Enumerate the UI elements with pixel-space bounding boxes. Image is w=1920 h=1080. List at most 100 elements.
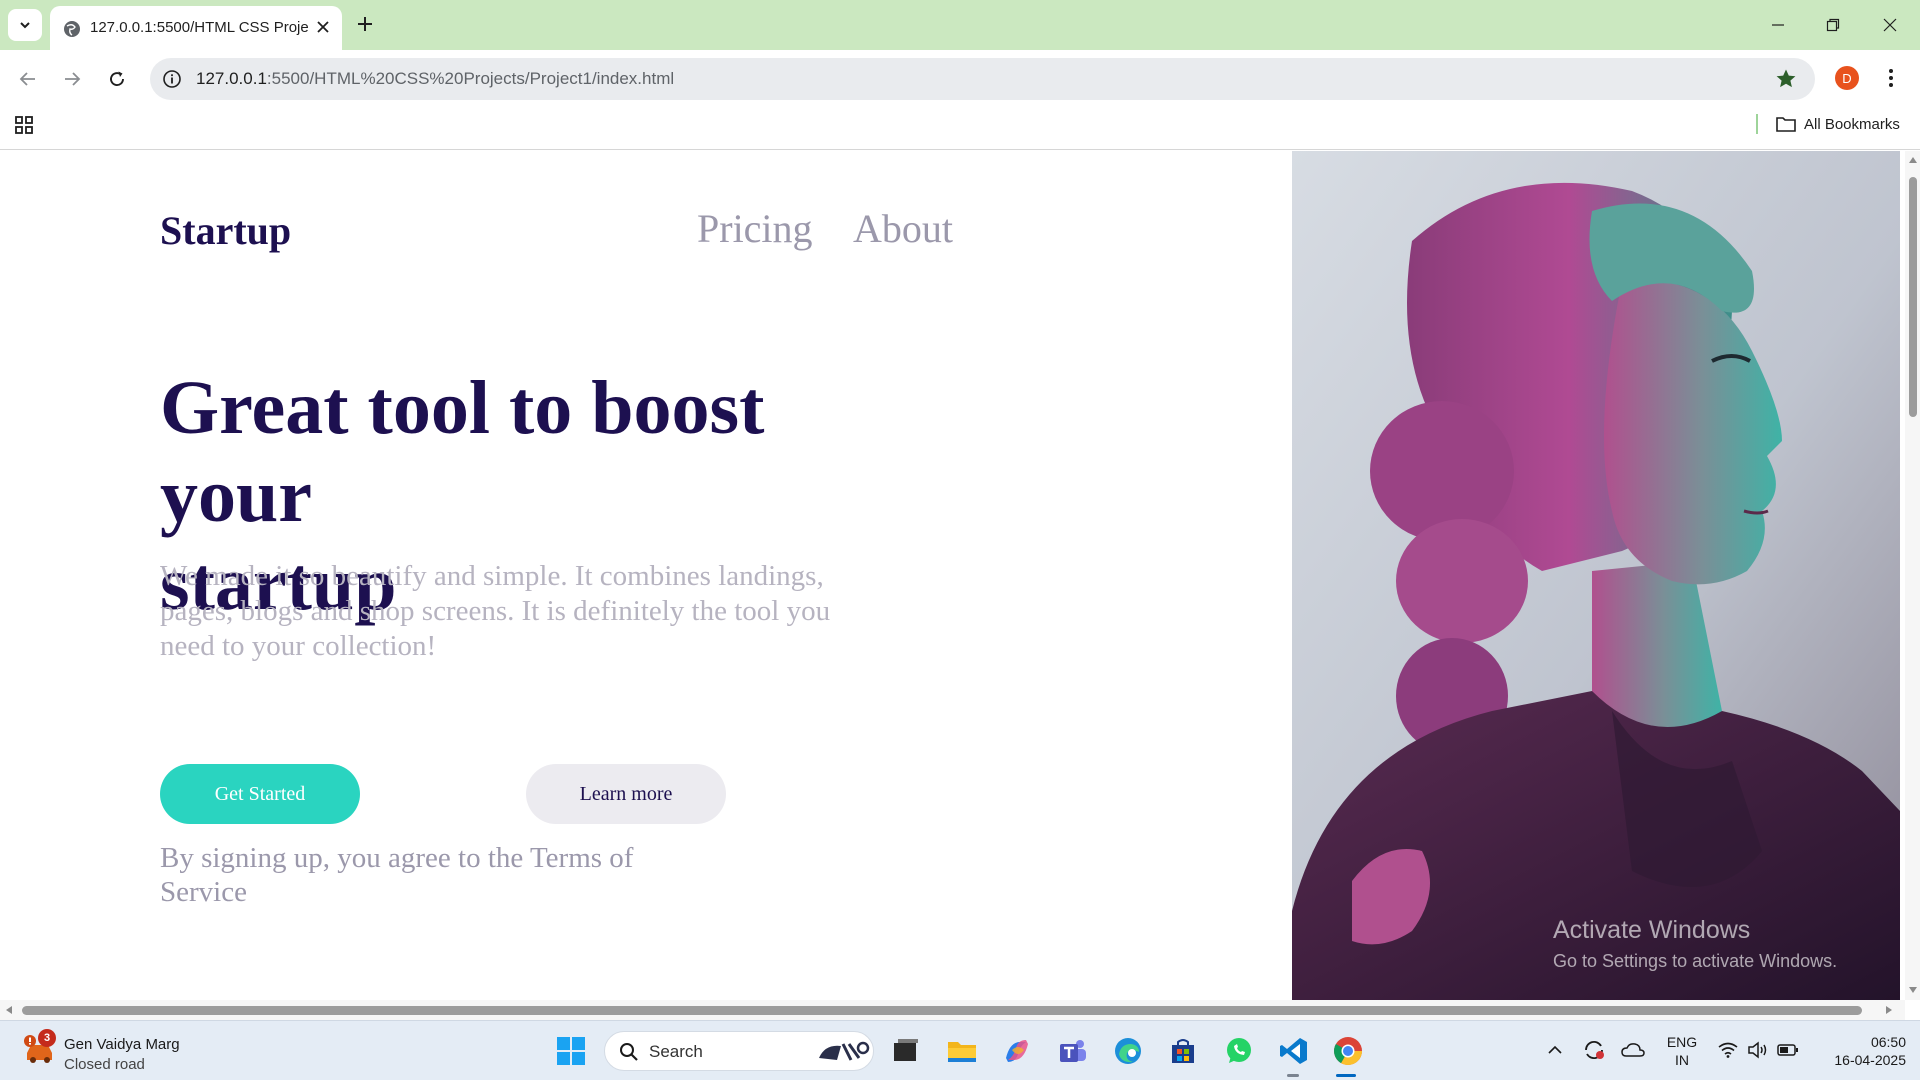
scroll-left-arrow-icon[interactable]: [4, 1005, 14, 1015]
horizontal-scroll-thumb[interactable]: [22, 1006, 1862, 1015]
kebab-menu-icon: [1889, 69, 1893, 87]
tray-wifi-button[interactable]: [1715, 1035, 1741, 1065]
windows-activation-subtitle: Go to Settings to activate Windows.: [1553, 951, 1838, 971]
horizontal-scrollbar[interactable]: [0, 1000, 1905, 1020]
windows-activation-title: Activate Windows: [1553, 916, 1751, 944]
close-icon: [1883, 18, 1897, 32]
nav-link-pricing[interactable]: Pricing: [697, 205, 813, 252]
edge-icon: [1115, 1038, 1141, 1064]
address-bar[interactable]: 127.0.0.1:5500/HTML%20CSS%20Projects/Pro…: [150, 58, 1815, 100]
taskbar-app-whatsapp[interactable]: [1221, 1033, 1257, 1069]
chrome-icon: [1334, 1037, 1362, 1065]
hero-portrait-image: [1292, 151, 1900, 1000]
tray-battery-button[interactable]: [1775, 1035, 1801, 1065]
tray-onedrive-button[interactable]: [1618, 1035, 1648, 1065]
start-button[interactable]: [553, 1033, 589, 1069]
tab-search-button[interactable]: [8, 9, 42, 41]
page-viewport: Startup Pricing About Great tool to boos…: [0, 151, 1905, 1000]
hero-subtitle: We made it so beautify and simple. It co…: [160, 560, 831, 662]
sync-icon: [1585, 1040, 1604, 1060]
hero-title-line-1: Great tool to boost your: [160, 366, 765, 538]
url-text: 127.0.0.1:5500/HTML%20CSS%20Projects/Pro…: [196, 69, 674, 89]
taskbar-app-vscode[interactable]: [1276, 1033, 1312, 1069]
nav-link-about[interactable]: About: [853, 205, 953, 252]
arrow-right-icon: [65, 72, 81, 86]
minimize-button[interactable]: [1763, 10, 1793, 40]
whatsapp-icon: [1227, 1038, 1251, 1063]
clock-time: 06:50: [1870, 1034, 1906, 1050]
vscode-running-indicator: [1287, 1074, 1299, 1077]
close-window-button[interactable]: [1875, 10, 1905, 40]
minimize-icon: [1772, 24, 1784, 26]
browser-toolbar: 127.0.0.1:5500/HTML%20CSS%20Projects/Pro…: [0, 50, 1920, 108]
vertical-scrollbar[interactable]: [1905, 151, 1920, 1000]
search-placeholder: Search: [649, 1042, 703, 1061]
reload-icon: [110, 71, 124, 86]
all-bookmarks-button[interactable]: All Bookmarks: [1776, 113, 1900, 135]
scroll-up-arrow-icon[interactable]: [1908, 155, 1918, 165]
reload-button[interactable]: [101, 63, 133, 95]
apps-grid-icon[interactable]: [14, 115, 34, 135]
back-button[interactable]: [12, 63, 44, 95]
forward-button[interactable]: [56, 63, 88, 95]
clock-date: 16-04-2025: [1834, 1052, 1906, 1068]
weather-location: Gen Vaidya Marg: [64, 1036, 180, 1053]
tab-active[interactable]: 127.0.0.1:5500/HTML CSS Proje: [50, 6, 342, 50]
weather-status: Closed road: [64, 1056, 145, 1073]
scroll-down-arrow-icon[interactable]: [1908, 985, 1918, 995]
taskbar-app-teams[interactable]: [1054, 1033, 1090, 1069]
search-icon: [620, 1043, 638, 1061]
tab-close-button[interactable]: [312, 16, 334, 38]
input-language-indicator[interactable]: ENG IN: [1666, 1033, 1698, 1069]
taskbar-app-chrome[interactable]: [1330, 1033, 1366, 1069]
plus-icon: [358, 17, 372, 31]
speaker-icon: [1748, 1041, 1767, 1059]
taskbar-clock[interactable]: 06:50 16-04-2025: [1810, 1033, 1906, 1069]
search-highlight-icon: [819, 1041, 870, 1061]
arrow-left-icon: [19, 72, 35, 86]
new-tab-button[interactable]: [352, 11, 378, 37]
store-icon: [1172, 1039, 1194, 1063]
close-icon: [317, 21, 329, 33]
task-view-icon: [894, 1039, 918, 1061]
get-started-button[interactable]: Get Started: [160, 764, 360, 824]
bookmarks-bar: [0, 108, 1920, 150]
scroll-right-arrow-icon[interactable]: [1884, 1005, 1894, 1015]
chevron-up-icon: [1548, 1045, 1562, 1054]
wifi-icon: [1718, 1042, 1738, 1058]
taskbar-app-copilot[interactable]: [999, 1033, 1035, 1069]
vscode-icon: [1280, 1038, 1307, 1064]
bookmarks-separator: [1756, 114, 1758, 134]
brand-logo[interactable]: Startup: [160, 207, 291, 254]
language-code: ENG: [1666, 1034, 1698, 1050]
battery-icon: [1777, 1044, 1798, 1056]
restore-button[interactable]: [1818, 10, 1848, 40]
bookmark-star-icon[interactable]: [1775, 68, 1797, 90]
globe-icon: [64, 21, 80, 37]
all-bookmarks-label: All Bookmarks: [1804, 115, 1900, 133]
taskbar-app-task-view[interactable]: [888, 1033, 924, 1069]
taskbar-app-edge[interactable]: [1110, 1033, 1146, 1069]
taskbar-app-store[interactable]: [1165, 1033, 1201, 1069]
restore-icon: [1826, 18, 1840, 32]
info-icon[interactable]: [162, 69, 182, 89]
url-path: :5500/HTML%20CSS%20Projects/Project1/ind…: [266, 69, 675, 88]
chrome-active-indicator: [1336, 1074, 1356, 1077]
weather-widget[interactable]: 3 Gen Vaidya Marg Closed road: [24, 1029, 224, 1073]
learn-more-button[interactable]: Learn more: [526, 764, 726, 824]
notification-badge: 3: [38, 1029, 56, 1047]
windows-logo-icon: [557, 1037, 585, 1065]
tray-volume-button[interactable]: [1745, 1035, 1771, 1065]
teams-icon: [1060, 1040, 1086, 1062]
vertical-scroll-thumb[interactable]: [1909, 177, 1917, 417]
taskbar-search-box[interactable]: Search: [604, 1031, 874, 1071]
tray-sync-icon-button[interactable]: [1580, 1035, 1608, 1065]
chevron-down-icon: [20, 22, 30, 29]
profile-avatar[interactable]: D: [1835, 66, 1859, 90]
show-hidden-icons-button[interactable]: [1543, 1035, 1567, 1065]
windows-taskbar: 3 Gen Vaidya Marg Closed road Search ENG…: [0, 1020, 1920, 1080]
folder-icon: [948, 1042, 976, 1062]
browser-menu-button[interactable]: [1881, 66, 1901, 90]
tab-title: 127.0.0.1:5500/HTML CSS Proje: [90, 19, 309, 36]
taskbar-app-file-explorer[interactable]: [944, 1033, 980, 1069]
